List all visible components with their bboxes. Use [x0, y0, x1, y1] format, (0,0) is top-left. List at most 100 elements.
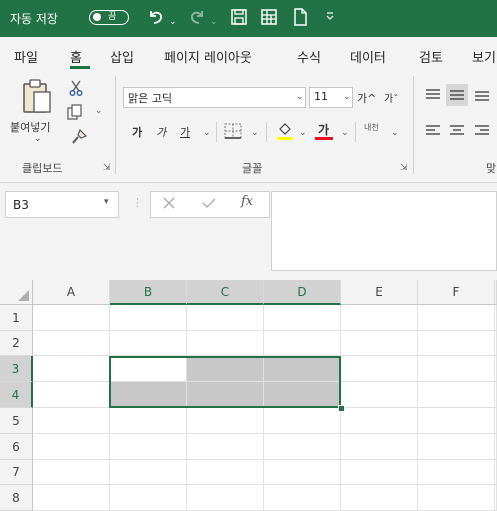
cell-e2[interactable] [341, 331, 418, 356]
cell-e4[interactable] [341, 382, 418, 408]
cell-e8[interactable] [341, 485, 418, 511]
align-left-icon[interactable] [425, 124, 441, 141]
paste-label[interactable]: 붙여넣기 [10, 119, 50, 135]
tab-insert[interactable]: 삽입 [110, 47, 134, 66]
undo-icon[interactable] [146, 7, 166, 33]
formula-bar-grip-icon[interactable]: ⋮ [132, 196, 143, 209]
column-header-a[interactable]: A [33, 280, 110, 305]
cell-a7[interactable] [33, 460, 110, 485]
align-center-icon[interactable] [449, 124, 465, 141]
underline-dropdown-icon[interactable]: ⌄ [203, 128, 211, 138]
customize-quick-access-icon[interactable] [325, 9, 335, 31]
cell-e5[interactable] [341, 408, 418, 434]
tab-view[interactable]: 보기 [472, 47, 496, 66]
underline-button[interactable]: 가 [180, 124, 190, 140]
borders-icon[interactable] [224, 123, 242, 142]
new-file-icon[interactable] [290, 7, 310, 33]
cell-f5[interactable] [418, 408, 495, 434]
cell-b3[interactable] [110, 356, 187, 382]
fill-color-dropdown-icon[interactable]: ⌄ [299, 128, 307, 138]
cell-a8[interactable] [33, 485, 110, 511]
cell-c6[interactable] [187, 434, 264, 460]
italic-button[interactable]: 가 [156, 124, 166, 140]
font-launcher-icon[interactable]: ⇲ [400, 163, 408, 173]
row-header-7[interactable]: 7 [0, 460, 33, 485]
row-header-4[interactable]: 4 [0, 382, 33, 408]
cell-f7[interactable] [418, 460, 495, 485]
paste-dropdown-icon[interactable]: ⌄ [34, 134, 42, 144]
clipboard-launcher-icon[interactable]: ⇲ [103, 163, 111, 173]
insert-function-icon[interactable]: fx [241, 194, 253, 209]
cell-e1[interactable] [341, 305, 418, 331]
grow-font-button[interactable]: 가^ [357, 90, 376, 106]
column-header-f[interactable]: F [418, 280, 495, 305]
cell-b8[interactable] [110, 485, 187, 511]
cell-f2[interactable] [418, 331, 495, 356]
bold-button[interactable]: 가 [132, 124, 142, 140]
cell-a3[interactable] [33, 356, 110, 382]
cell-d2[interactable] [264, 331, 341, 356]
tab-formulas[interactable]: 수식 [297, 47, 321, 66]
cell-c7[interactable] [187, 460, 264, 485]
row-header-6[interactable]: 6 [0, 434, 33, 460]
align-middle-icon[interactable] [449, 88, 465, 105]
enter-icon[interactable] [201, 196, 217, 213]
cell-f1[interactable] [418, 305, 495, 331]
cell-b5[interactable] [110, 408, 187, 434]
column-header-e[interactable]: E [341, 280, 418, 305]
cell-c2[interactable] [187, 331, 264, 356]
tab-review[interactable]: 검토 [419, 47, 443, 66]
font-name-dropdown-icon[interactable]: ⌄ [296, 92, 304, 102]
cell-c3[interactable] [187, 356, 264, 382]
phonetic-dropdown-icon[interactable]: ⌄ [391, 128, 399, 138]
formula-input[interactable] [271, 191, 497, 271]
autosave-toggle[interactable]: 끔 [89, 10, 129, 25]
cell-f3[interactable] [418, 356, 495, 382]
copy-dropdown-icon[interactable]: ⌄ [95, 106, 103, 116]
align-top-icon[interactable] [425, 88, 441, 105]
cell-b4[interactable] [110, 382, 187, 408]
cell-e3[interactable] [341, 356, 418, 382]
tab-data[interactable]: 데이터 [350, 47, 386, 66]
font-color-dropdown-icon[interactable]: ⌄ [341, 128, 349, 138]
font-color-button[interactable]: 가 [318, 121, 329, 138]
cell-a6[interactable] [33, 434, 110, 460]
cell-c8[interactable] [187, 485, 264, 511]
name-box-dropdown-icon[interactable]: ▾ [104, 197, 109, 207]
cell-c5[interactable] [187, 408, 264, 434]
cell-c4[interactable] [187, 382, 264, 408]
name-box[interactable]: B3 [5, 191, 119, 218]
borders-dropdown-icon[interactable]: ⌄ [251, 128, 259, 138]
cell-c1[interactable] [187, 305, 264, 331]
redo-icon[interactable] [187, 7, 207, 33]
tab-file[interactable]: 파일 [14, 47, 38, 66]
cell-a1[interactable] [33, 305, 110, 331]
copy-icon[interactable] [67, 104, 83, 123]
save-icon[interactable] [229, 7, 249, 33]
form-icon[interactable] [259, 7, 279, 33]
select-all-button[interactable] [0, 280, 33, 305]
cell-d4[interactable] [264, 382, 341, 408]
format-painter-icon[interactable] [71, 128, 88, 148]
cell-d1[interactable] [264, 305, 341, 331]
undo-dropdown-icon[interactable]: ⌄ [169, 11, 177, 33]
fill-color-icon[interactable] [276, 121, 294, 144]
tab-home[interactable]: 홈 [70, 47, 82, 66]
cell-f4[interactable] [418, 382, 495, 408]
cell-e7[interactable] [341, 460, 418, 485]
redo-dropdown-icon[interactable]: ⌄ [210, 11, 218, 33]
paste-icon[interactable] [20, 78, 54, 119]
column-header-c[interactable]: C [187, 280, 264, 305]
cell-b6[interactable] [110, 434, 187, 460]
align-bottom-icon[interactable] [474, 88, 490, 105]
fill-handle[interactable] [338, 405, 345, 412]
cell-d7[interactable] [264, 460, 341, 485]
cell-b2[interactable] [110, 331, 187, 356]
row-header-8[interactable]: 8 [0, 485, 33, 511]
cell-b7[interactable] [110, 460, 187, 485]
cell-d8[interactable] [264, 485, 341, 511]
phonetic-button[interactable]: 내천 [364, 122, 379, 133]
cell-e6[interactable] [341, 434, 418, 460]
row-header-5[interactable]: 5 [0, 408, 33, 434]
row-header-1[interactable]: 1 [0, 305, 33, 331]
